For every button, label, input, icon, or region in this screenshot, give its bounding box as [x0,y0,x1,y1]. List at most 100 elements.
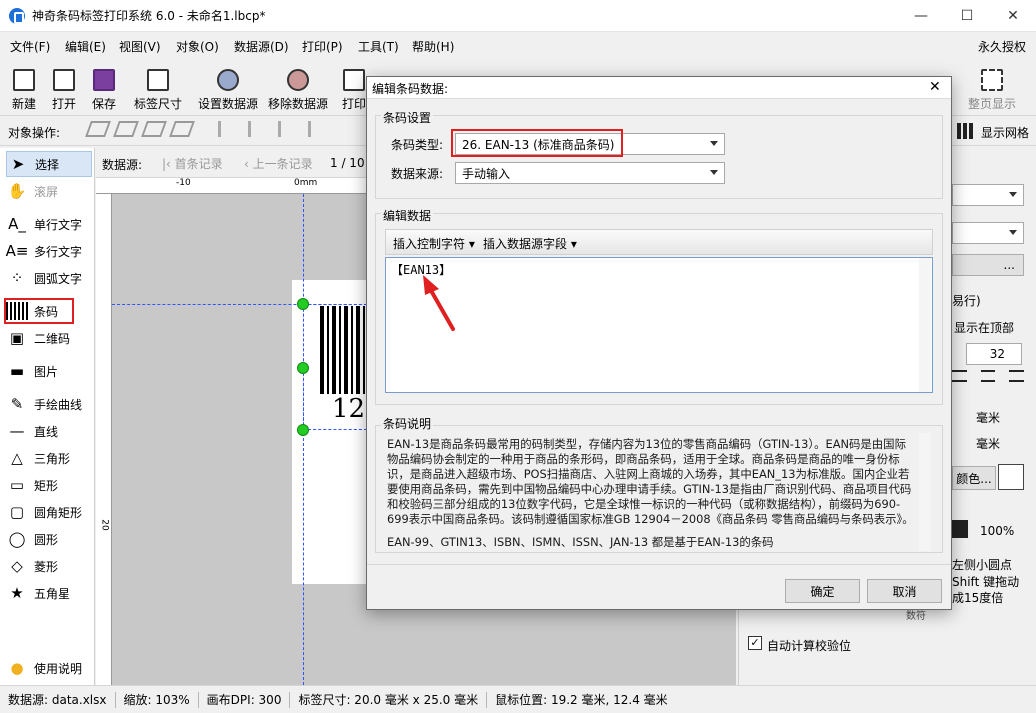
tool-triangle[interactable]: △ 三角形 [6,445,70,471]
label-size-button[interactable]: 标签尺寸 [130,62,186,112]
new-file-icon [13,69,35,91]
tool-freehand[interactable]: ✎ 手绘曲线 [6,391,82,417]
color-button[interactable]: 颜色... [952,466,996,490]
ruler-mark-minus10: -10 [176,178,191,188]
property-combo-1[interactable] [952,184,1024,206]
layer-buttons [85,121,208,139]
barcode-object[interactable] [320,306,372,394]
data-source-value: 手动输入 [462,166,511,181]
description-scrollbar[interactable] [919,433,931,551]
ok-button[interactable]: 确定 [785,579,860,603]
layer-down-icon[interactable] [141,121,167,137]
data-source-select[interactable]: 手动输入 [455,162,725,184]
tool-help[interactable]: ● 使用说明 [6,655,82,681]
status-mouse-position: 鼠标位置: 19.2 毫米, 12.4 毫米 [495,693,668,707]
font-size-spin[interactable]: 32 [966,343,1022,365]
slider-thumb[interactable] [952,520,968,538]
show-grid-toggle[interactable]: 显示网格 [981,124,1029,141]
layer-up-icon[interactable] [113,121,139,137]
tool-round-rect[interactable]: ▢ 圆角矩形 [6,499,82,525]
cancel-button[interactable]: 取消 [867,579,942,603]
align-right-icon[interactable] [1009,370,1025,382]
symbology-hint: 易行) [952,294,981,308]
print-button[interactable]: 打印 [340,62,368,112]
dialog-close-button[interactable]: ✕ [929,79,941,95]
rectangle-icon: ▭ [9,476,25,494]
tool-pan[interactable]: ✋ 滚屏 [6,178,58,204]
save-button[interactable]: 保存 [86,62,122,112]
align-left-icon[interactable] [952,370,967,382]
align-right-icon[interactable] [278,121,298,137]
star-icon: ★ [10,584,24,602]
open-button[interactable]: 打开 [46,62,82,112]
tool-circle[interactable]: ◯ 圆形 [6,526,58,552]
tool-diamond-label: 菱形 [34,559,59,574]
tool-pan-label: 滚屏 [34,184,59,199]
menu-print[interactable]: 打印(P) [302,38,343,55]
menu-tools[interactable]: 工具(T) [358,38,399,55]
tool-single-text-label: 单行文字 [34,217,83,232]
tool-diamond[interactable]: ◇ 菱形 [6,553,58,579]
arc-text-icon: ⁘ [10,269,24,287]
minimize-button[interactable]: — [898,0,944,32]
app-logo-icon [9,8,25,24]
insert-field-button[interactable]: 插入数据源字段 ▾ [483,235,577,252]
tool-star-label: 五角星 [34,586,71,601]
maximize-button[interactable]: ☐ [944,0,990,32]
tool-barcode[interactable]: 条码 [4,298,74,324]
menu-view[interactable]: 视图(V) [119,38,161,55]
layer-icon[interactable] [85,121,111,137]
prev-record-button[interactable]: ‹ 上一条记录 [244,155,313,172]
tool-barcode-label: 条码 [34,304,59,319]
status-datasource: 数据源: data.xlsx [8,693,107,707]
tool-qrcode[interactable]: ▣ 二维码 [6,325,70,351]
chevron-down-icon [1009,192,1017,197]
align-top-icon[interactable] [308,121,328,137]
menu-edit[interactable]: 编辑(E) [65,38,106,55]
tool-circle-label: 圆形 [34,532,59,547]
resize-handle-mid[interactable] [297,362,309,374]
menu-file[interactable]: 文件(F) [10,38,50,55]
menu-object[interactable]: 对象(O) [176,38,219,55]
close-window-button[interactable]: ✕ [990,0,1036,32]
color-swatch[interactable] [998,464,1024,490]
insert-control-char-button[interactable]: 插入控制字符 ▾ [393,235,475,252]
property-more-button[interactable]: ... [952,254,1024,276]
remove-datasource-button[interactable]: 移除数据源 [264,62,332,112]
tool-star[interactable]: ★ 五角星 [6,580,70,606]
property-combo-2[interactable] [952,222,1024,244]
insert-field-label: 插入数据源字段 [483,237,568,251]
resize-handle-bottom[interactable] [297,424,309,436]
tool-image-label: 图片 [34,364,59,379]
text-top-option[interactable]: 显示在顶部 [954,319,1014,336]
set-datasource-button[interactable]: 设置数据源 [194,62,262,112]
tool-multi-text[interactable]: A≡ 多行文字 [6,238,82,264]
hand-icon: ✋ [7,182,27,200]
textarea-scrollbar[interactable] [919,258,931,392]
tool-rect[interactable]: ▭ 矩形 [6,472,58,498]
align-left-icon[interactable] [218,121,238,137]
align-center-icon[interactable] [980,370,996,382]
grid-icon [957,123,973,139]
align-center-icon[interactable] [248,121,268,137]
full-page-button[interactable]: 整页显示 [964,62,1020,112]
font-size-value: 32 [989,347,1005,361]
barcode-data-textarea[interactable] [385,257,933,393]
resize-handle-top[interactable] [297,298,309,310]
record-counter: 1 / 10 [330,156,365,170]
new-button[interactable]: 新建 [6,62,42,112]
text-align-buttons [952,370,1025,386]
first-record-button[interactable]: |‹ 首条记录 [162,155,223,172]
tool-image[interactable]: ▬ 图片 [6,358,58,384]
tool-line[interactable]: — 直线 [6,418,59,444]
menu-datasource[interactable]: 数据源(D) [234,38,289,55]
tool-arc-text[interactable]: ⁘ 圆弧文字 [6,265,82,291]
barcode-settings-group [375,115,943,199]
tool-select[interactable]: ➤ 选择 [6,151,92,177]
layer-group-icon[interactable] [169,121,195,137]
auto-check-checkbox[interactable]: ✓ [748,636,762,650]
window-title: 神奇条码标签打印系统 6.0 - 未命名1.lbcp* [32,9,266,23]
edit-data-title: 编辑数据 [381,207,434,224]
menu-help[interactable]: 帮助(H) [412,38,454,55]
tool-single-text[interactable]: A_ 单行文字 [6,211,82,237]
